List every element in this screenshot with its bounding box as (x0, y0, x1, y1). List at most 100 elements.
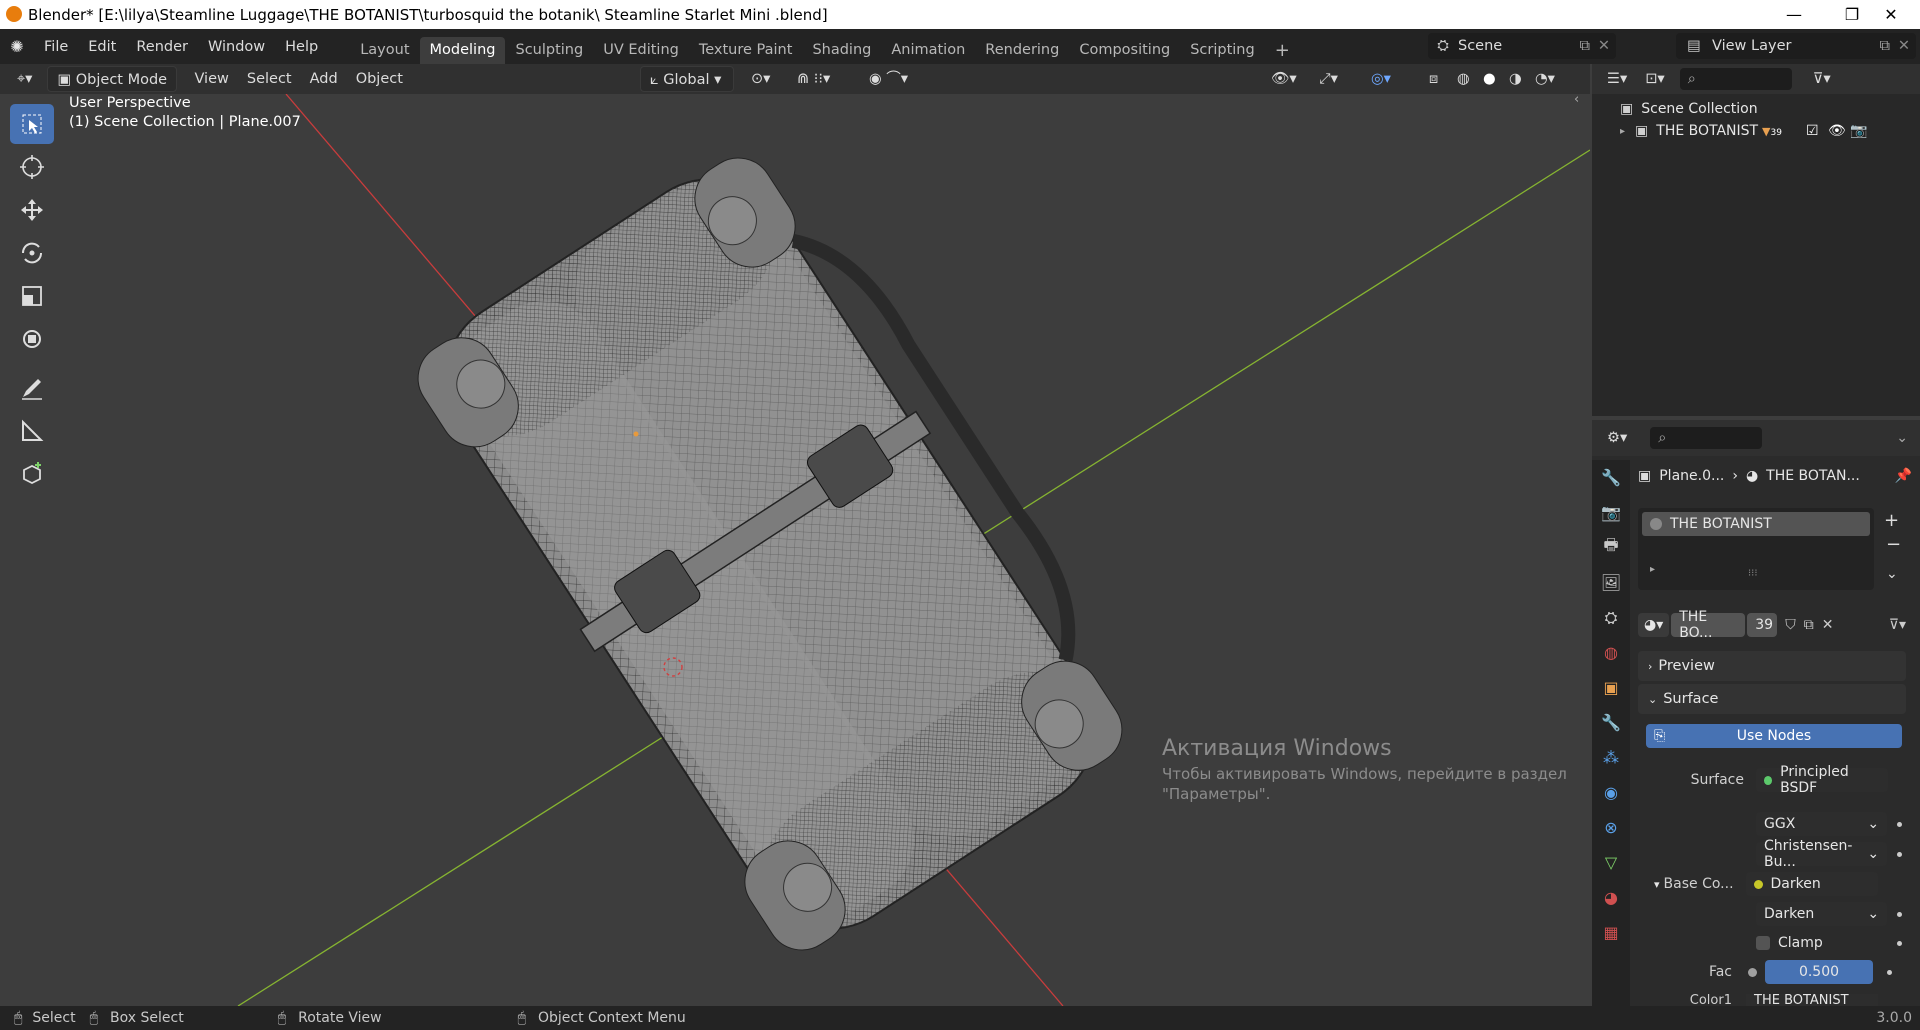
material-tab-icon[interactable]: ◕ (1592, 880, 1630, 915)
snap-icon[interactable]: ⋒ ⁝⁝▾ (788, 66, 839, 92)
tab-rendering[interactable]: Rendering (975, 37, 1069, 64)
blender-menu-icon[interactable]: ✺ (0, 37, 34, 56)
outliner-root[interactable]: ▣ Scene Collection (1592, 98, 1920, 120)
view-layer-tab-icon[interactable]: 🖼 (1592, 565, 1630, 600)
xray-icon[interactable]: ⧈ (1420, 66, 1447, 92)
menu-render[interactable]: Render (126, 34, 198, 60)
rotate-icon[interactable] (10, 233, 54, 273)
tool-tab-icon[interactable]: 🔧 (1592, 460, 1630, 495)
particles-tab-icon[interactable]: ⁂ (1592, 740, 1630, 775)
menu-select[interactable]: Select (238, 66, 301, 92)
modifier-tab-icon[interactable]: 🔧 (1592, 705, 1630, 740)
material-name-field[interactable]: THE BO... (1671, 609, 1746, 641)
next-input-field[interactable]: THE BOTANIST (1746, 994, 1878, 1006)
list-resize-handle-icon[interactable]: ⁝⁝⁝ (1748, 568, 1758, 579)
measure-icon[interactable] (10, 411, 54, 451)
tab-layout[interactable]: Layout (350, 37, 419, 64)
base-color-field[interactable]: Darken (1745, 872, 1878, 896)
fake-user-icon[interactable]: ⛉ (1785, 617, 1796, 633)
texture-tab-icon[interactable]: ▦ (1592, 915, 1630, 950)
preview-section-header[interactable]: › Preview (1638, 651, 1906, 681)
distribution-dropdown[interactable]: GGX ⌄ (1756, 812, 1888, 836)
keyframe-dot-icon[interactable] (1896, 940, 1902, 946)
move-icon[interactable] (10, 190, 54, 230)
display-mode-icon[interactable]: ⊡▾ (1636, 66, 1673, 92)
pin-icon[interactable]: 📌 (1895, 468, 1912, 484)
render-tab-icon[interactable]: 📷 (1592, 495, 1630, 530)
tab-animation[interactable]: Animation (881, 37, 975, 64)
add-cube-icon[interactable] (10, 454, 54, 494)
properties-search-input[interactable]: ⌕ (1650, 427, 1763, 449)
outliner-search-input[interactable]: ⌕ (1679, 68, 1792, 90)
outliner-editor-type-icon[interactable]: ☰▾ (1598, 66, 1636, 92)
minimize-button[interactable]: — (1765, 0, 1823, 29)
surface-section-header[interactable]: ⌄ Surface (1638, 684, 1906, 714)
material-slot-list[interactable]: THE BOTANIST ▸ ⁝⁝⁝ (1638, 508, 1874, 590)
surface-shader-field[interactable]: Principled BSDF (1756, 764, 1888, 796)
cursor-icon[interactable] (10, 147, 54, 187)
add-workspace-icon[interactable]: + (1265, 37, 1300, 64)
data-tab-icon[interactable]: ▽ (1592, 845, 1630, 880)
remove-slot-button[interactable]: − (1886, 534, 1901, 555)
remove-view-layer-icon[interactable]: ✕ (1898, 38, 1910, 54)
physics-tab-icon[interactable]: ◉ (1592, 775, 1630, 810)
tab-compositing[interactable]: Compositing (1069, 37, 1180, 64)
transform-orientation-selector[interactable]: ⟀ Global ▾ (640, 66, 734, 92)
options-chevron-icon[interactable]: ⌄ (1896, 430, 1908, 446)
filter-icon[interactable]: ⊽▾ (1804, 66, 1840, 92)
duplicate-material-icon[interactable]: ⧉ (1804, 617, 1814, 633)
close-window-button[interactable]: ✕ (1862, 0, 1920, 29)
unlink-material-icon[interactable]: ✕ (1822, 617, 1834, 633)
subsurface-dropdown[interactable]: Christensen-Bu... ⌄ (1756, 838, 1888, 870)
tab-scripting[interactable]: Scripting (1180, 37, 1264, 64)
menu-file[interactable]: File (34, 34, 78, 60)
visibility-icon[interactable]: 👁▾ (1262, 66, 1306, 92)
output-tab-icon[interactable]: 🖶 (1592, 530, 1630, 565)
menu-edit[interactable]: Edit (78, 34, 126, 60)
view-layer-selector[interactable]: ▤ View Layer ⧉ ✕ (1676, 33, 1916, 59)
use-nodes-button[interactable]: ⎘ Use Nodes (1646, 724, 1902, 748)
gizmo-icon[interactable]: ⤢▾ (1310, 66, 1347, 92)
menu-window[interactable]: Window (198, 34, 275, 60)
properties-editor-type-icon[interactable]: ⚙▾ (1598, 425, 1636, 451)
keyframe-dot-icon[interactable] (1887, 969, 1892, 975)
menu-object[interactable]: Object (347, 66, 412, 92)
tab-sculpting[interactable]: Sculpting (505, 37, 593, 64)
keyframe-dot-icon[interactable] (1897, 911, 1902, 917)
world-tab-icon[interactable]: ◍ (1592, 635, 1630, 670)
scale-icon[interactable] (10, 276, 54, 316)
new-scene-icon[interactable]: ⧉ (1580, 38, 1590, 54)
mode-selector[interactable]: ▣ Object Mode ▾ (47, 66, 178, 114)
menu-view[interactable]: View (185, 66, 237, 92)
suitcase-mesh[interactable] (402, 126, 1160, 968)
camera-icon[interactable]: 📷 (1850, 123, 1867, 139)
user-count-button[interactable]: 39 (1747, 613, 1778, 637)
3d-viewport[interactable]: User Perspective (1) Scene Collection | … (0, 94, 1590, 1006)
overlays-icon[interactable]: ◎▾ (1362, 66, 1400, 92)
scene-selector[interactable]: ⛭ Scene ⧉ ✕ (1428, 33, 1616, 59)
clamp-checkbox[interactable] (1756, 936, 1770, 950)
scene-tab-icon[interactable]: ⛭ (1592, 600, 1630, 635)
transform-icon[interactable] (10, 319, 54, 359)
fac-slider[interactable]: 0.500 (1765, 960, 1873, 984)
slot-menu-chevron-icon[interactable]: ⌄ (1886, 566, 1898, 582)
material-slot-item[interactable]: THE BOTANIST (1642, 512, 1870, 536)
menu-help[interactable]: Help (275, 34, 328, 60)
tab-uv-editing[interactable]: UV Editing (593, 37, 689, 64)
remove-scene-icon[interactable]: ✕ (1598, 38, 1610, 54)
object-tab-icon[interactable]: ▣ (1592, 670, 1630, 705)
blend-mode-dropdown[interactable]: Darken ⌄ (1756, 902, 1888, 926)
keyframe-dot-icon[interactable] (1897, 821, 1902, 827)
constraints-tab-icon[interactable]: ⊗ (1592, 810, 1630, 845)
list-expand-icon[interactable]: ▸ (1650, 564, 1655, 575)
expand-arrow-icon[interactable]: ▸ (1620, 126, 1625, 137)
shading-rendered-icon[interactable]: ◔▾ (1526, 66, 1564, 92)
menu-add[interactable]: Add (301, 66, 347, 92)
link-filter-icon[interactable]: ⊽▾ (1889, 617, 1906, 633)
proportional-edit-icon[interactable]: ◉ ⌒▾ (860, 66, 917, 92)
tab-texture-paint[interactable]: Texture Paint (689, 37, 803, 64)
annotate-icon[interactable] (10, 368, 54, 408)
pivot-point-icon[interactable]: ⊙▾ (742, 66, 779, 92)
exclude-checkbox[interactable]: ☑ (1806, 123, 1819, 139)
tab-shading[interactable]: Shading (802, 37, 881, 64)
